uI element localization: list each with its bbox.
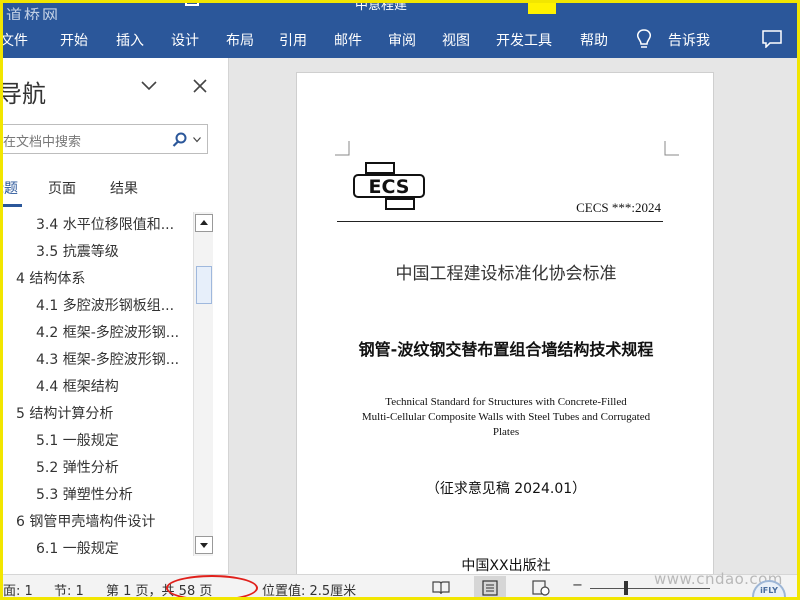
nav-search-input[interactable]: 在文档中搜索 xyxy=(0,124,208,154)
status-section[interactable]: 节: 1 xyxy=(54,580,84,599)
tab-review[interactable]: 审阅 xyxy=(388,30,416,50)
status-page[interactable]: 页面: 1 xyxy=(0,580,33,599)
site-logo: 道桥网 xyxy=(6,6,61,20)
heading-item[interactable]: 4.2 框架-多腔波形钢... xyxy=(36,320,192,347)
highlight-marker xyxy=(528,0,556,14)
heading-item[interactable]: 6 钢管甲壳墙构件设计 xyxy=(16,509,192,536)
active-tab-indicator xyxy=(0,204,22,207)
web-layout-icon[interactable] xyxy=(532,580,550,596)
crop-mark-tl xyxy=(335,141,350,156)
tab-view[interactable]: 视图 xyxy=(442,30,470,50)
scroll-down-button[interactable] xyxy=(195,536,213,554)
publisher-name: 中国XX出版社 xyxy=(461,558,551,574)
zoom-slider-thumb[interactable] xyxy=(624,581,628,595)
heading-item[interactable]: 5.1 一般规定 xyxy=(36,428,192,455)
heading-item[interactable]: 4.1 多腔波形钢板组... xyxy=(36,293,192,320)
title-en-line: Plates xyxy=(492,426,520,438)
scroll-thumb[interactable] xyxy=(196,266,212,304)
nav-tabs: 标题 页面 结果 xyxy=(0,176,229,207)
status-position[interactable]: 位置值: 2.5厘米 xyxy=(262,580,356,599)
heading-item[interactable]: 3.4 水平位移限值和... xyxy=(36,212,192,239)
draft-note: （征求意见稿 2024.01） xyxy=(425,481,587,497)
highlight-circle xyxy=(166,575,258,600)
tab-mailings[interactable]: 邮件 xyxy=(334,30,362,50)
print-layout-icon[interactable] xyxy=(481,580,499,596)
quick-access-icon[interactable] xyxy=(185,0,199,6)
ribbon-tab-bar: 文件 开始 插入 设计 布局 引用 邮件 审阅 视图 开发工具 帮助 告诉我 xyxy=(0,20,800,58)
comment-icon[interactable] xyxy=(762,30,782,48)
search-placeholder: 在文档中搜索 xyxy=(3,135,82,150)
document-title-en: Technical Standard for Structures with C… xyxy=(297,395,715,440)
heading-item[interactable]: 5 结构计算分析 xyxy=(16,401,192,428)
ecs-logo: ECS xyxy=(353,162,425,210)
tab-insert[interactable]: 插入 xyxy=(116,30,144,50)
navigation-pane: 导航 在文档中搜索 标题 页面 结果 3.4 水平位移限值和... 3.5 抗震… xyxy=(0,58,229,574)
ecs-logo-text: ECS xyxy=(369,176,410,198)
tell-me-box[interactable]: 告诉我 xyxy=(668,30,710,50)
tab-developer[interactable]: 开发工具 xyxy=(496,30,552,50)
tab-home[interactable]: 开始 xyxy=(60,30,88,50)
heading-item[interactable]: 4.4 框架结构 xyxy=(36,374,192,401)
tab-design[interactable]: 设计 xyxy=(171,30,199,50)
header-rule xyxy=(337,221,663,222)
heading-item[interactable]: 5.2 弹性分析 xyxy=(36,455,192,482)
heading-item[interactable]: 4.3 框架-多腔波形钢... xyxy=(36,347,192,374)
zoom-slider-track[interactable] xyxy=(590,588,710,589)
search-options-icon[interactable] xyxy=(193,137,201,143)
standard-code: CECS ***:2024 xyxy=(576,200,661,215)
title-en-line: Technical Standard for Structures with C… xyxy=(385,396,627,408)
zoom-out-button[interactable]: − xyxy=(572,578,583,593)
tab-help[interactable]: 帮助 xyxy=(580,30,608,50)
close-icon[interactable] xyxy=(192,78,208,94)
tab-results[interactable]: 结果 xyxy=(110,178,138,198)
tab-references[interactable]: 引用 xyxy=(279,30,307,50)
tab-pages[interactable]: 页面 xyxy=(48,178,76,198)
window-title: 中意程建 xyxy=(355,0,408,13)
title-en-line: Multi-Cellular Composite Walls with Stee… xyxy=(361,411,651,423)
triangle-up-icon xyxy=(200,220,208,225)
association-name: 中国工程建设标准化协会标准 xyxy=(395,264,617,284)
nav-scrollbar[interactable] xyxy=(193,212,213,556)
heading-item[interactable]: 5.3 弹塑性分析 xyxy=(36,482,192,509)
lightbulb-icon[interactable] xyxy=(636,28,652,50)
tab-headings[interactable]: 标题 xyxy=(0,178,18,198)
heading-list: 3.4 水平位移限值和... 3.5 抗震等级 4 结构体系 4.1 多腔波形钢… xyxy=(0,212,192,564)
chevron-down-icon[interactable] xyxy=(140,80,158,92)
search-icon[interactable] xyxy=(172,132,188,148)
nav-pane-title: 导航 xyxy=(0,80,46,108)
triangle-down-icon xyxy=(200,543,208,548)
document-title-cn: 钢管-波纹钢交替布置组合墙结构技术规程 xyxy=(358,340,654,359)
title-bar: 道桥网 中意程建 xyxy=(0,0,800,20)
heading-item[interactable]: 6.1 一般规定 xyxy=(36,536,192,563)
heading-item[interactable]: 3.5 抗震等级 xyxy=(36,239,192,266)
scroll-up-button[interactable] xyxy=(195,214,213,232)
document-page[interactable]: ECS CECS ***:2024 中国工程建设标准化协会标准 钢管-波纹钢交替… xyxy=(296,72,714,574)
read-mode-icon[interactable] xyxy=(432,580,450,596)
tab-file[interactable]: 文件 xyxy=(0,30,28,50)
tab-layout[interactable]: 布局 xyxy=(226,30,254,50)
crop-mark-tr xyxy=(664,141,679,156)
heading-item[interactable]: 4 结构体系 xyxy=(16,266,192,293)
document-canvas[interactable]: ECS CECS ***:2024 中国工程建设标准化协会标准 钢管-波纹钢交替… xyxy=(230,58,800,574)
